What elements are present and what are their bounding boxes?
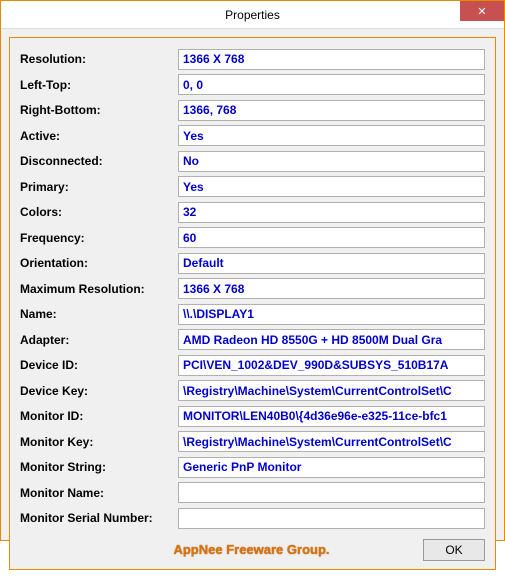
property-value-field[interactable]	[178, 253, 485, 274]
property-label: Device ID:	[20, 358, 178, 372]
property-row: Resolution:	[20, 48, 485, 70]
property-value-field[interactable]	[178, 329, 485, 350]
property-row: Right-Bottom:	[20, 99, 485, 121]
property-label: Disconnected:	[20, 154, 178, 168]
property-label: Maximum Resolution:	[20, 282, 178, 296]
property-label: Left-Top:	[20, 78, 178, 92]
property-row: Device ID:	[20, 354, 485, 376]
property-value-field[interactable]	[178, 176, 485, 197]
property-label: Monitor ID:	[20, 409, 178, 423]
property-value-field[interactable]	[178, 125, 485, 146]
property-label: Frequency:	[20, 231, 178, 245]
property-value-field[interactable]	[178, 278, 485, 299]
property-row: Orientation:	[20, 252, 485, 274]
property-value-field[interactable]	[178, 355, 485, 376]
property-value-field[interactable]	[178, 202, 485, 223]
property-row: Left-Top:	[20, 74, 485, 96]
property-row: Monitor Serial Number:	[20, 507, 485, 529]
footer: AppNee Freeware Group. OK	[20, 537, 485, 563]
property-value-field[interactable]	[178, 74, 485, 95]
property-value-field[interactable]	[178, 100, 485, 121]
close-icon: ✕	[477, 5, 486, 18]
property-row: Monitor Key:	[20, 431, 485, 453]
property-value-field[interactable]	[178, 304, 485, 325]
properties-window: Properties ✕ Resolution: Left-Top: Right-B…	[0, 0, 505, 541]
property-row: Primary:	[20, 176, 485, 198]
property-value-field[interactable]	[178, 227, 485, 248]
window-title: Properties	[225, 8, 280, 22]
property-label: Active:	[20, 129, 178, 143]
property-label: Monitor String:	[20, 460, 178, 474]
branding-text: AppNee Freeware Group.	[20, 542, 423, 557]
properties-panel: Resolution: Left-Top: Right-Bottom: Active:…	[9, 37, 496, 570]
property-label: Orientation:	[20, 256, 178, 270]
property-value-field[interactable]	[178, 151, 485, 172]
properties-list: Resolution: Left-Top: Right-Bottom: Active:…	[20, 48, 485, 533]
ok-button[interactable]: OK	[423, 539, 485, 561]
property-label: Name:	[20, 307, 178, 321]
property-label: Adapter:	[20, 333, 178, 347]
property-label: Resolution:	[20, 52, 178, 66]
property-label: Colors:	[20, 205, 178, 219]
property-row: Monitor String:	[20, 456, 485, 478]
property-value-field[interactable]	[178, 49, 485, 70]
property-value-field[interactable]	[178, 508, 485, 529]
close-button[interactable]: ✕	[460, 1, 504, 21]
property-label: Primary:	[20, 180, 178, 194]
content-area: Resolution: Left-Top: Right-Bottom: Active:…	[1, 29, 504, 578]
property-row: Device Key:	[20, 380, 485, 402]
property-value-field[interactable]	[178, 457, 485, 478]
property-row: Maximum Resolution:	[20, 278, 485, 300]
property-label: Device Key:	[20, 384, 178, 398]
property-row: Monitor ID:	[20, 405, 485, 427]
property-row: Adapter:	[20, 329, 485, 351]
property-value-field[interactable]	[178, 431, 485, 452]
property-row: Name:	[20, 303, 485, 325]
property-row: Monitor Name:	[20, 482, 485, 504]
property-value-field[interactable]	[178, 380, 485, 401]
property-value-field[interactable]	[178, 482, 485, 503]
property-label: Monitor Key:	[20, 435, 178, 449]
property-row: Disconnected:	[20, 150, 485, 172]
titlebar: Properties ✕	[1, 1, 504, 29]
property-row: Frequency:	[20, 227, 485, 249]
property-label: Right-Bottom:	[20, 103, 178, 117]
property-label: Monitor Serial Number:	[20, 511, 178, 525]
property-row: Colors:	[20, 201, 485, 223]
property-value-field[interactable]	[178, 406, 485, 427]
property-label: Monitor Name:	[20, 486, 178, 500]
property-row: Active:	[20, 125, 485, 147]
